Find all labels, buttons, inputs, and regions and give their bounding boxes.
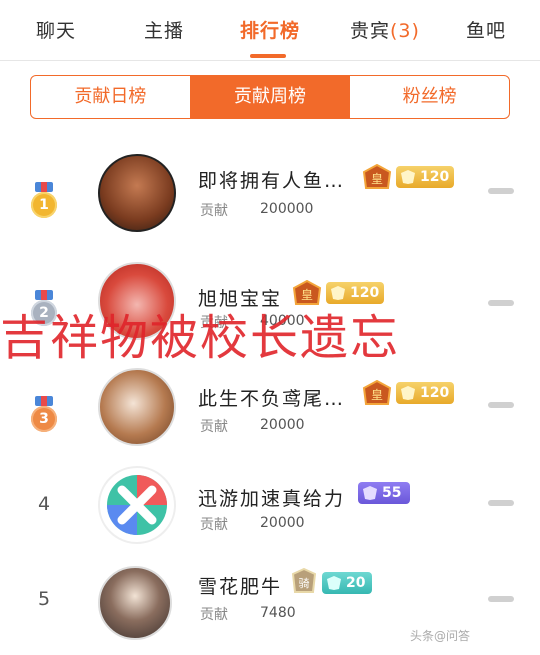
level-badge: 120 bbox=[396, 382, 454, 404]
level-shield-icon bbox=[363, 486, 377, 500]
level-shield-icon bbox=[401, 386, 415, 400]
segment-weekly-contribution[interactable]: 贡献周榜 bbox=[190, 76, 351, 118]
user-name: 迅游加速真给力 bbox=[198, 488, 346, 510]
emperor-badge-icon: 皇 bbox=[362, 380, 392, 405]
tab-ranking[interactable]: 排行榜 bbox=[240, 16, 300, 43]
rank-number: 5 bbox=[38, 588, 51, 610]
watermark-text: 吉祥物被校长遗忘 bbox=[0, 310, 401, 366]
row-more-handle[interactable] bbox=[488, 402, 514, 408]
row-more-handle[interactable] bbox=[488, 300, 514, 306]
contribution-value: 20000 bbox=[260, 417, 305, 433]
avatar[interactable] bbox=[98, 368, 176, 446]
contribution-value: 7480 bbox=[260, 605, 296, 621]
level-badge: 120 bbox=[396, 166, 454, 188]
tab-streamer[interactable]: 主播 bbox=[144, 16, 184, 43]
avatar[interactable] bbox=[98, 566, 172, 640]
emperor-badge-icon: 皇 bbox=[362, 164, 392, 189]
user-name: 此生不负鸢尾… bbox=[198, 388, 346, 410]
level-shield-icon bbox=[401, 170, 415, 184]
row-more-handle[interactable] bbox=[488, 188, 514, 194]
knight-badge-icon: 骑 bbox=[292, 568, 316, 593]
contribution-label: 贡献 bbox=[200, 203, 228, 219]
level-value: 120 bbox=[420, 385, 450, 401]
tab-vip-count: (3) bbox=[390, 20, 420, 42]
bronze-medal-icon: 3 bbox=[29, 396, 59, 436]
tab-fish-bar[interactable]: 鱼吧 bbox=[466, 16, 506, 43]
contribution-label: 贡献 bbox=[200, 517, 228, 533]
segment-fans[interactable]: 粉丝榜 bbox=[350, 76, 509, 118]
list-item[interactable]: 4 迅游加速真给力 贡献 20000 55 bbox=[0, 460, 540, 550]
gold-medal-icon: 1 bbox=[29, 182, 59, 222]
level-value: 120 bbox=[420, 169, 450, 185]
active-tab-indicator bbox=[250, 54, 286, 58]
avatar[interactable] bbox=[98, 466, 176, 544]
segment-daily-contribution[interactable]: 贡献日榜 bbox=[31, 76, 191, 118]
level-value: 20 bbox=[346, 575, 366, 591]
level-badge: 20 bbox=[322, 572, 372, 594]
user-name: 雪花肥牛 bbox=[198, 576, 283, 598]
emperor-badge-text: 皇 bbox=[371, 172, 383, 186]
top-tab-bar: 聊天 主播 排行榜 贵宾(3) 鱼吧 bbox=[0, 0, 540, 61]
list-item[interactable]: 3 此生不负鸢尾… 贡献 20000 皇 120 bbox=[0, 362, 540, 452]
contribution-label: 贡献 bbox=[200, 607, 228, 623]
level-badge: 55 bbox=[358, 482, 410, 504]
contribution-value: 200000 bbox=[260, 201, 314, 217]
rank-number: 1 bbox=[31, 192, 57, 218]
avatar[interactable] bbox=[98, 154, 176, 232]
row-more-handle[interactable] bbox=[488, 500, 514, 506]
rank-number: 4 bbox=[38, 493, 51, 515]
level-value: 55 bbox=[382, 485, 402, 501]
list-item[interactable]: 1 即将拥有人鱼… 贡献 200000 皇 120 bbox=[0, 148, 540, 238]
user-name: 即将拥有人鱼… bbox=[198, 170, 346, 192]
tab-chat[interactable]: 聊天 bbox=[36, 16, 76, 43]
knight-badge-text: 骑 bbox=[299, 577, 310, 590]
contribution-value: 20000 bbox=[260, 515, 305, 531]
source-logo: 头条@问答 bbox=[410, 629, 471, 643]
rank-number: 3 bbox=[31, 406, 57, 432]
level-shield-icon bbox=[327, 576, 341, 590]
tab-vip[interactable]: 贵宾(3) bbox=[350, 16, 420, 43]
emperor-badge-text: 皇 bbox=[371, 388, 383, 402]
tab-vip-label: 贵宾 bbox=[350, 20, 391, 42]
contribution-label: 贡献 bbox=[200, 419, 228, 435]
row-more-handle[interactable] bbox=[488, 596, 514, 602]
ranking-segment-control: 贡献日榜 贡献周榜 粉丝榜 bbox=[30, 75, 510, 119]
app-logo-icon bbox=[107, 475, 167, 535]
